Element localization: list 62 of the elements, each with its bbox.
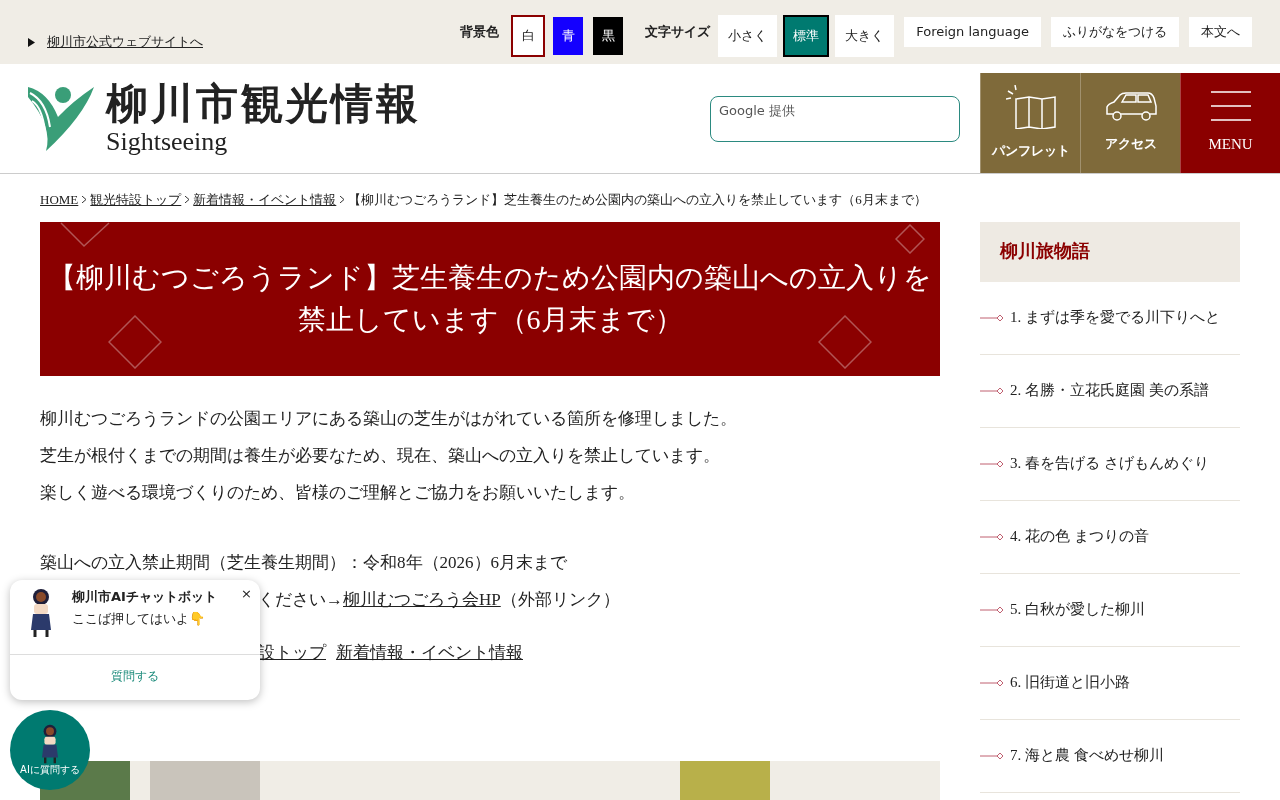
chevron-icon (82, 196, 87, 204)
text-size-option[interactable]: 大きく (835, 15, 895, 57)
sidebar-item[interactable]: 4. 花の色 まつりの音 (980, 500, 1240, 574)
body-text: ください→ (258, 588, 343, 611)
sidebar-item[interactable]: 2. 名勝・立花氏庭園 美の系譜 (980, 354, 1240, 428)
close-button[interactable]: × (241, 584, 252, 604)
sidebar-heading: 柳川旅物語 (980, 221, 1240, 282)
chatbot-title: 柳川市AIチャットボット (72, 588, 218, 605)
chevron-icon (185, 196, 190, 204)
folded-map-icon (1005, 85, 1056, 130)
sidebar-item[interactable]: 3. 春を告げる さげもんめぐり (980, 427, 1240, 501)
chevron-icon (340, 196, 345, 204)
diamond-shape (895, 223, 925, 254)
arrow-diamond-icon (980, 677, 1004, 688)
arrow-diamond-icon (980, 604, 1004, 615)
header-link-button[interactable]: ふりがなをつける (1051, 17, 1179, 47)
arrow-diamond-icon (980, 531, 1004, 542)
color-option[interactable]: 青 (551, 15, 586, 57)
arrow-diamond-icon (980, 312, 1004, 323)
breadcrumb-link[interactable]: HOME (40, 190, 79, 210)
menu-icon (1210, 90, 1251, 121)
breadcrumb-link[interactable]: 新着情報・イベント情報 (193, 190, 337, 210)
breadcrumb-link[interactable]: 観光特設トップ (90, 190, 182, 210)
period-text: 築山への立入禁止期間（芝生養生期間）：令和8年（2026）6月末まで (40, 551, 568, 574)
diamond-shape (818, 314, 872, 369)
car-icon (1103, 92, 1158, 123)
body-text: 楽しく遊べる環境づくりのため、皆様のご理解とご協力をお願いいたします。 (40, 481, 636, 504)
official-site-link[interactable]: 柳川市公式ウェブサイトへ (28, 32, 203, 52)
bg-color-label: 背景色 (460, 23, 500, 42)
sidebar-item[interactable]: 7. 海と農 食べめせ柳川 (980, 719, 1240, 793)
triangle-icon (28, 37, 35, 47)
header-link-button[interactable]: Foreign language (904, 17, 1041, 47)
related-link[interactable]: 新着情報・イベント情報 (336, 633, 523, 671)
ask-button[interactable]: 質問する (111, 667, 159, 685)
sidebar-item[interactable]: 1. まずは季を愛でる川下りへと (980, 281, 1240, 355)
site-subtitle: Sightseeing (106, 126, 229, 157)
article-title: 【柳川むつごろうランド】芝生養生のため公園内の築山への立入りを禁止しています（6月末まで） (47, 260, 933, 337)
color-option[interactable]: 白 (511, 15, 546, 57)
color-option[interactable]: 黒 (591, 15, 626, 57)
text-size-option[interactable]: 標準 (783, 15, 830, 57)
nav-tile[interactable]: MENU (1180, 73, 1280, 173)
sidebar-item[interactable]: 5. 白秋が愛した柳川 (980, 573, 1240, 647)
body-text: 柳川むつごろうランドの公園エリアにある築山の芝生がはがれている箇所を修理しました。 (40, 407, 738, 430)
body-text: 芝生が根付くまでの期間は養生が必要なため、現在、築山への立入りを禁止しています。 (40, 444, 721, 467)
chatbot-message: ここば押してはいよ👇 (72, 610, 206, 628)
logo-icon (28, 86, 94, 151)
arrow-diamond-icon (980, 385, 1004, 396)
nav-tile[interactable]: パンフレット (980, 73, 1080, 173)
search-field[interactable]: Google 提供 (710, 95, 960, 142)
link-note: （外部リンク） (500, 588, 620, 611)
chatbot-fab[interactable]: AIに質問する (10, 710, 90, 790)
arrow-diamond-icon (980, 750, 1004, 761)
text-size-option[interactable]: 小さく (718, 15, 778, 57)
text-size-label: 文字サイズ (645, 23, 711, 42)
nav-tile[interactable]: アクセス (1080, 73, 1180, 173)
header-link-button[interactable]: 本文へ (1189, 17, 1252, 47)
site-title: 柳川市観光情報 (106, 80, 421, 127)
diamond-shape (108, 314, 162, 369)
sidebar-item[interactable]: 6. 旧街道と旧小路 (980, 646, 1240, 720)
external-link[interactable]: 柳川むつごろう会HP (343, 580, 501, 618)
arrow-diamond-icon (980, 458, 1004, 469)
breadcrumb-current: 【柳川むつごろうランド】芝生養生のため公園内の築山への立入りを禁止しています（6月末まで） (348, 191, 927, 209)
